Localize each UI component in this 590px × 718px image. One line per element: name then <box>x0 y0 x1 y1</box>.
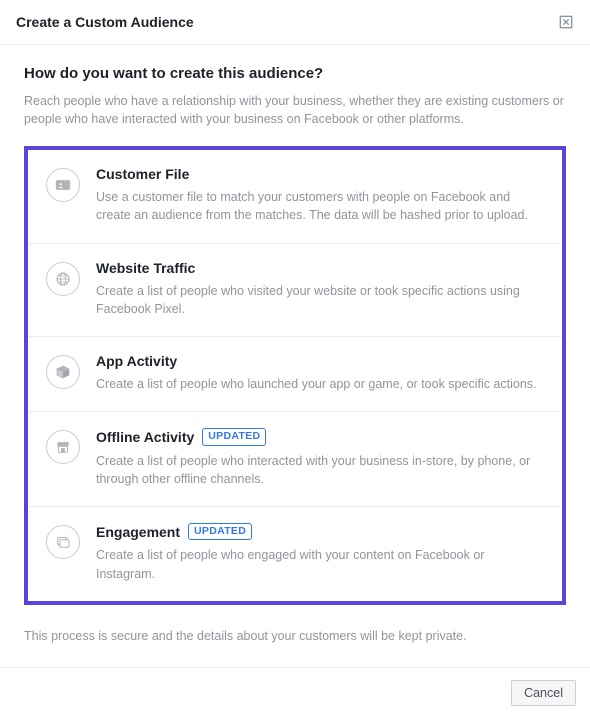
option-title: Offline Activity <box>96 429 194 445</box>
updated-badge: UPDATED <box>188 523 252 541</box>
privacy-footnote: This process is secure and the details a… <box>24 629 566 643</box>
option-desc: Create a list of people who launched you… <box>96 375 544 393</box>
cube-icon <box>46 355 80 389</box>
modal-title: Create a Custom Audience <box>16 14 194 30</box>
option-title: Customer File <box>96 166 189 182</box>
question-heading: How do you want to create this audience? <box>24 65 566 82</box>
globe-icon <box>46 262 80 296</box>
updated-badge: UPDATED <box>202 428 266 446</box>
option-engagement[interactable]: Engagement UPDATED Create a list of peop… <box>28 507 562 601</box>
modal-body: How do you want to create this audience?… <box>0 45 590 615</box>
options-list: Customer File Use a customer file to mat… <box>24 146 566 604</box>
option-desc: Use a customer file to match your custom… <box>96 188 544 224</box>
id-card-icon <box>46 168 80 202</box>
cancel-button[interactable]: Cancel <box>511 680 576 706</box>
option-desc: Create a list of people who interacted w… <box>96 452 544 488</box>
question-subtext: Reach people who have a relationship wit… <box>24 92 566 128</box>
option-title: App Activity <box>96 353 177 369</box>
option-title: Website Traffic <box>96 260 195 276</box>
option-desc: Create a list of people who visited your… <box>96 282 544 318</box>
option-text: Engagement UPDATED Create a list of peop… <box>96 523 544 583</box>
close-button[interactable] <box>558 14 574 30</box>
option-offline-activity[interactable]: Offline Activity UPDATED Create a list o… <box>28 412 562 507</box>
option-desc: Create a list of people who engaged with… <box>96 546 544 582</box>
option-text: App Activity Create a list of people who… <box>96 353 544 393</box>
option-text: Customer File Use a customer file to mat… <box>96 166 544 224</box>
close-icon <box>559 15 573 29</box>
option-customer-file[interactable]: Customer File Use a customer file to mat… <box>28 150 562 243</box>
option-text: Offline Activity UPDATED Create a list o… <box>96 428 544 488</box>
modal-footer: Cancel <box>0 667 590 718</box>
option-text: Website Traffic Create a list of people … <box>96 260 544 318</box>
option-app-activity[interactable]: App Activity Create a list of people who… <box>28 337 562 412</box>
cards-icon <box>46 525 80 559</box>
option-website-traffic[interactable]: Website Traffic Create a list of people … <box>28 244 562 337</box>
option-title: Engagement <box>96 524 180 540</box>
store-icon <box>46 430 80 464</box>
modal-header: Create a Custom Audience <box>0 0 590 45</box>
